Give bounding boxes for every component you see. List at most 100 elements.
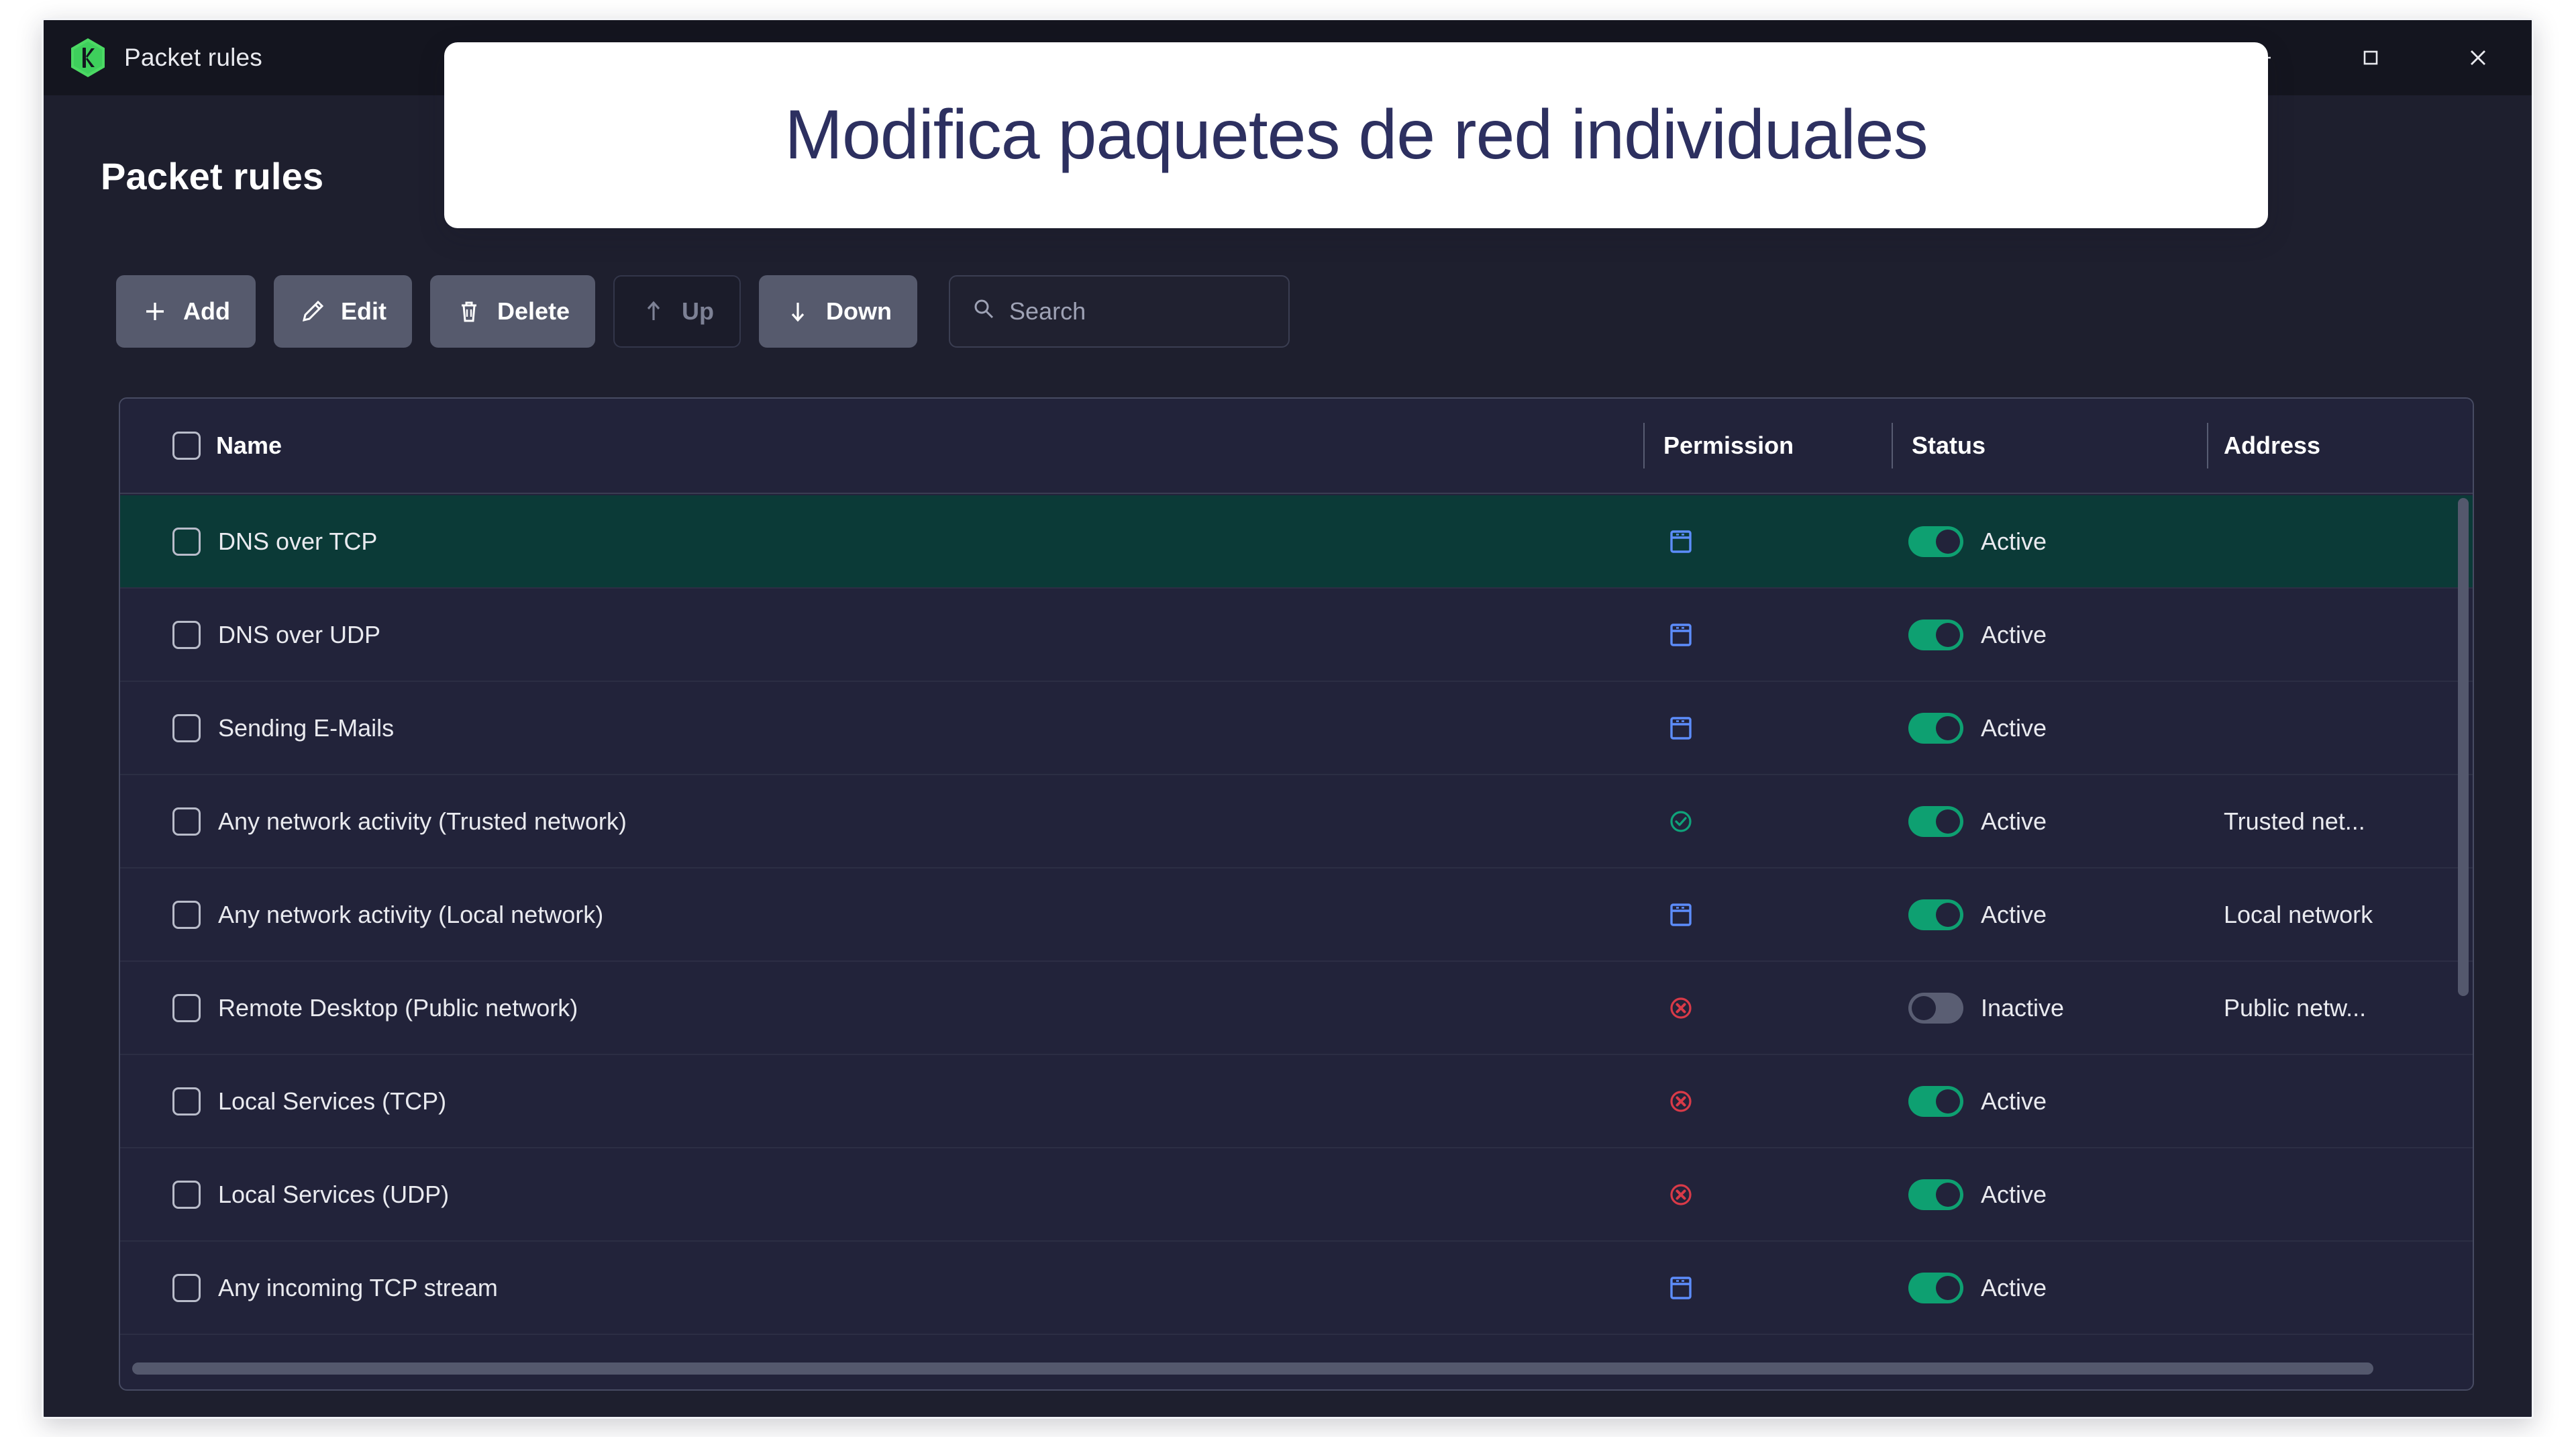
status-toggle[interactable] [1908, 992, 1963, 1024]
rules-table: Name Permission Status Address DNS over … [119, 397, 2474, 1391]
cell-permission[interactable] [1663, 1055, 1698, 1147]
row-checkbox[interactable] [172, 993, 201, 1022]
toggle-knob [1936, 1089, 1960, 1113]
table-row[interactable]: Local Services (TCP) Active [120, 1055, 2473, 1148]
status-toggle[interactable] [1908, 1272, 1963, 1303]
callout-card: Modifica paquetes de red individuales [444, 42, 2268, 228]
row-checkbox[interactable] [172, 713, 201, 742]
cell-permission[interactable] [1663, 1242, 1698, 1334]
toggle-knob [1912, 995, 1936, 1020]
status-toggle[interactable] [1908, 1179, 1963, 1210]
edit-button[interactable]: Edit [273, 275, 412, 348]
row-checkbox[interactable] [172, 807, 201, 836]
cell-name: Any network activity (Trusted network) [172, 775, 627, 867]
cell-permission[interactable] [1663, 589, 1698, 681]
status-toggle[interactable] [1908, 526, 1963, 557]
column-divider-permission [1643, 423, 1645, 468]
status-label: Active [1981, 620, 2047, 648]
cell-status: Inactive [1908, 962, 2064, 1054]
status-toggle[interactable] [1908, 712, 1963, 744]
move-up-button[interactable]: Up [613, 275, 741, 348]
table-row[interactable]: Sending E-Mails Active [120, 682, 2473, 775]
column-header-status[interactable]: Status [1912, 399, 2214, 493]
cell-name: Any incoming TCP stream [172, 1242, 498, 1334]
cell-permission[interactable] [1663, 495, 1698, 587]
trash-icon [456, 298, 482, 325]
table-row[interactable]: DNS over UDP Active [120, 589, 2473, 682]
status-label: Active [1981, 1273, 2047, 1301]
cell-permission[interactable] [1663, 869, 1698, 960]
table-row[interactable]: Local Services (UDP) Active [120, 1148, 2473, 1242]
move-down-button[interactable]: Down [759, 275, 918, 348]
status-label: Inactive [1981, 993, 2065, 1022]
row-checkbox[interactable] [172, 620, 201, 649]
status-toggle[interactable] [1908, 899, 1963, 930]
close-button[interactable] [2424, 20, 2532, 95]
column-header-name[interactable]: Name [216, 399, 282, 493]
table-row[interactable]: Any incoming TCP stream Active [120, 1242, 2473, 1335]
cell-permission[interactable] [1663, 962, 1698, 1054]
toggle-knob [1936, 1275, 1960, 1300]
move-up-button-label: Up [682, 297, 715, 325]
column-header-permission[interactable]: Permission [1663, 399, 1918, 493]
cell-name: DNS over TCP [172, 495, 377, 587]
row-checkbox[interactable] [172, 1180, 201, 1209]
rule-name-label: DNS over TCP [218, 527, 378, 555]
window-title: Packet rules [124, 44, 262, 71]
table-row[interactable]: Any network activity (Trusted network) Ac… [120, 775, 2473, 869]
rule-name-label: Any network activity (Local network) [218, 900, 604, 928]
horizontal-scrollbar[interactable] [132, 1362, 2457, 1375]
row-checkbox[interactable] [172, 527, 201, 556]
search-input[interactable]: Search [949, 275, 1290, 348]
cell-status: Active [1908, 495, 2047, 587]
toggle-knob [1936, 1182, 1960, 1207]
delete-button-label: Delete [497, 297, 570, 325]
vertical-scrollbar-thumb[interactable] [2458, 498, 2469, 996]
status-toggle[interactable] [1908, 619, 1963, 650]
status-toggle[interactable] [1908, 1085, 1963, 1117]
table-header-row: Name Permission Status Address [120, 399, 2473, 494]
horizontal-scrollbar-thumb[interactable] [132, 1362, 2373, 1375]
delete-button[interactable]: Delete [429, 275, 596, 348]
table-body: DNS over TCP Active DNS over UDP Active Send… [120, 495, 2473, 1389]
rule-name-label: Sending E-Mails [218, 713, 395, 742]
window-prompt-icon [1663, 711, 1698, 746]
kaspersky-hexagon-k-icon [68, 36, 107, 79]
cell-status: Active [1908, 1148, 2047, 1240]
row-checkbox[interactable] [172, 1087, 201, 1116]
add-button[interactable]: Add [116, 275, 256, 348]
toggle-knob [1936, 715, 1960, 740]
cell-address: Local network [2224, 900, 2373, 928]
row-checkbox[interactable] [172, 1273, 201, 1302]
cell-name: Remote Desktop (Public network) [172, 962, 578, 1054]
status-toggle[interactable] [1908, 805, 1963, 837]
cell-permission[interactable] [1663, 775, 1698, 867]
row-checkbox[interactable] [172, 900, 201, 929]
maximize-button[interactable] [2317, 20, 2424, 95]
toolbar: Add Edit Delete Up Down Search [116, 275, 1290, 348]
cell-name: Local Services (TCP) [172, 1055, 446, 1147]
cell-name: DNS over UDP [172, 589, 380, 681]
cell-name: Sending E-Mails [172, 682, 394, 774]
rule-name-label: Local Services (TCP) [218, 1087, 447, 1115]
rule-name-label: Any network activity (Trusted network) [218, 807, 627, 835]
status-label: Active [1981, 527, 2047, 555]
cell-status: Active [1908, 1242, 2047, 1334]
toggle-knob [1936, 529, 1960, 554]
toggle-knob [1936, 809, 1960, 834]
block-circle-icon [1663, 1084, 1698, 1119]
search-placeholder: Search [1009, 297, 1086, 325]
table-row[interactable]: Any network activity (Local network) Acti… [120, 869, 2473, 962]
table-row[interactable]: DNS over TCP Active [120, 495, 2473, 589]
callout-text: Modifica paquetes de red individuales [784, 96, 1928, 174]
status-label: Active [1981, 807, 2047, 835]
select-all-checkbox[interactable] [172, 432, 201, 460]
edit-button-label: Edit [340, 297, 387, 325]
cell-name: Any network activity (Local network) [172, 869, 603, 960]
table-row[interactable]: Remote Desktop (Public network) Inactive P… [120, 962, 2473, 1055]
cell-name: Local Services (UDP) [172, 1148, 449, 1240]
column-header-address[interactable]: Address [2224, 399, 2473, 493]
cell-permission[interactable] [1663, 682, 1698, 774]
vertical-scrollbar[interactable] [2458, 497, 2469, 1384]
cell-permission[interactable] [1663, 1148, 1698, 1240]
